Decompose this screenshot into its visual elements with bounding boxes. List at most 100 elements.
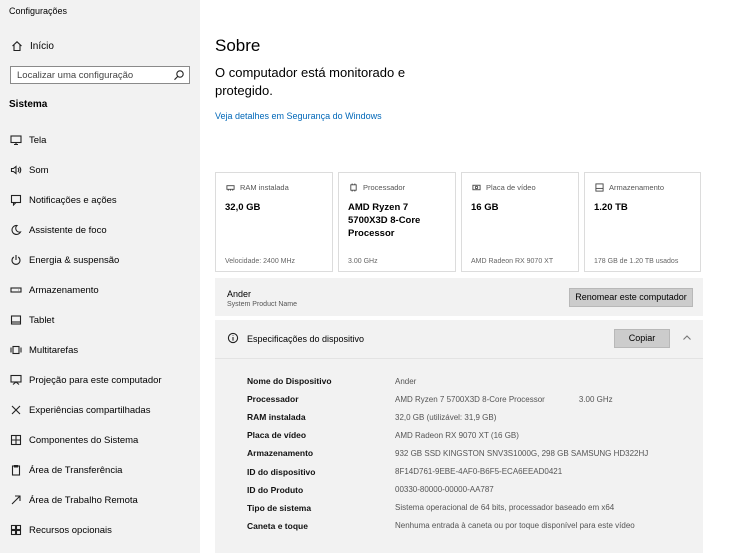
sidebar-item-assistente-foco[interactable]: Assistente de foco <box>0 215 200 245</box>
ram-icon <box>225 182 235 192</box>
card-value: 32,0 GB <box>225 202 261 213</box>
card-processor: Processador AMD Ryzen 7 5700X3D 8-Core P… <box>338 172 456 272</box>
device-specs-panel: Especificações do dispositivo Copiar Nom… <box>215 320 703 553</box>
card-label: Armazenamento <box>609 182 665 192</box>
card-sub: 3.00 GHz <box>348 258 378 265</box>
sidebar-item-tablet[interactable]: Tablet <box>0 305 200 335</box>
multitask-icon <box>9 343 23 357</box>
chevron-up-icon[interactable] <box>681 332 693 344</box>
protection-status: O computador está monitorado e protegido… <box>215 65 406 98</box>
spec-value: AMD Radeon RX 9070 XT (16 GB) <box>395 430 519 440</box>
spec-value: 8F14D761-9EBE-4AF0-B6F5-ECA6EEAD0421 <box>395 467 563 477</box>
monitor-icon <box>9 133 23 147</box>
rename-computer-button[interactable]: Renomear este computador <box>569 288 693 307</box>
spec-row: RAM instalada 32,0 GB (utilizável: 31,9 … <box>247 408 648 426</box>
spec-row: Placa de vídeo AMD Radeon RX 9070 XT (16… <box>247 426 648 444</box>
spec-key: Nome do Dispositivo <box>247 376 332 387</box>
spec-row: Armazenamento 932 GB SSD KINGSTON SNV3S1… <box>247 444 648 462</box>
sidebar: Configurações Início Localizar uma confi… <box>0 0 200 553</box>
device-specs-header[interactable]: Especificações do dispositivo Copiar <box>215 320 703 358</box>
power-icon <box>9 253 23 267</box>
sidebar-item-label: Notificações e ações <box>29 194 117 206</box>
spec-key: RAM instalada <box>247 412 306 423</box>
spec-row: Processador AMD Ryzen 7 5700X3D 8-Core P… <box>247 390 648 408</box>
sidebar-item-label: Experiências compartilhadas <box>29 404 151 416</box>
shared-icon <box>9 403 23 417</box>
card-sub: 178 GB de 1.20 TB usados <box>594 258 679 265</box>
sidebar-item-label: Recursos opcionais <box>29 524 112 536</box>
spec-row: Caneta e toque Nenhuma entrada à caneta … <box>247 517 648 535</box>
sidebar-item-notificacoes[interactable]: Notificações e ações <box>0 185 200 215</box>
sidebar-item-projecao[interactable]: Projeção para este computador <box>0 365 200 395</box>
sidebar-item-label: Tela <box>29 134 47 146</box>
tablet-icon <box>9 313 23 327</box>
features-icon <box>9 523 23 537</box>
components-icon <box>9 433 23 447</box>
pc-model: System Product Name <box>227 301 298 308</box>
spec-row: Tipo de sistema Sistema operacional de 6… <box>247 499 648 517</box>
spec-key: ID do Produto <box>247 484 304 495</box>
card-label: Placa de vídeo <box>486 182 536 192</box>
sidebar-item-label: Multitarefas <box>29 344 79 356</box>
sidebar-item-label: Tablet <box>29 314 55 326</box>
card-sub: AMD Radeon RX 9070 XT <box>471 258 554 265</box>
speaker-icon <box>9 163 23 177</box>
device-specs-title: Especificações do dispositivo <box>247 334 365 344</box>
spec-key: Processador <box>247 394 299 405</box>
sidebar-item-componentes[interactable]: Componentes do Sistema <box>0 425 200 455</box>
app-title: Configurações <box>9 6 68 16</box>
sidebar-item-label: Energia & suspensão <box>29 254 120 266</box>
card-value: 16 GB <box>471 202 499 213</box>
card-sub: Velocidade: 2400 MHz <box>225 258 296 265</box>
processor-icon <box>348 182 358 192</box>
search-input[interactable]: Localizar uma configuração <box>10 66 190 84</box>
gpu-icon <box>471 182 481 192</box>
sidebar-item-area-trabalho-remota[interactable]: Área de Trabalho Remota <box>0 485 200 515</box>
device-specs-list: Nome do Dispositivo Ander Processador AM… <box>247 372 648 535</box>
search-icon[interactable] <box>173 69 185 81</box>
search-placeholder: Localizar uma configuração <box>17 69 134 81</box>
sidebar-item-label: Área de Transferência <box>29 464 123 476</box>
spec-value: Sistema operacional de 64 bits, processa… <box>395 503 615 513</box>
sidebar-item-experiencias[interactable]: Experiências compartilhadas <box>0 395 200 425</box>
sidebar-item-armazenamento[interactable]: Armazenamento <box>0 275 200 305</box>
sidebar-item-label: Som <box>29 164 49 176</box>
spec-key: Placa de vídeo <box>247 430 307 441</box>
sidebar-item-energia[interactable]: Energia & suspensão <box>0 245 200 275</box>
spec-key: Tipo de sistema <box>247 502 312 513</box>
moon-icon <box>9 223 23 237</box>
spec-key: Armazenamento <box>247 448 314 459</box>
sidebar-item-label: Armazenamento <box>29 284 99 296</box>
sidebar-item-label: Projeção para este computador <box>29 374 162 386</box>
spec-value-extra: 3.00 GHz <box>578 394 613 404</box>
copy-button[interactable]: Copiar <box>614 329 670 348</box>
spec-key: ID do dispositivo <box>247 466 316 477</box>
sidebar-nav: Tela Som Notificações e ações Assistente… <box>0 125 200 545</box>
remote-icon <box>9 493 23 507</box>
sidebar-item-area-transferencia[interactable]: Área de Transferência <box>0 455 200 485</box>
sidebar-item-tela[interactable]: Tela <box>0 125 200 155</box>
spec-value: AMD Ryzen 7 5700X3D 8-Core Processor <box>395 394 545 404</box>
projection-icon <box>9 373 23 387</box>
notification-icon <box>9 193 23 207</box>
spec-row: ID do Produto 00330-80000-00000-AA787 <box>247 481 648 499</box>
card-storage: Armazenamento 1.20 TB 178 GB de 1.20 TB … <box>584 172 701 272</box>
security-link[interactable]: Veja detalhes em Segurança do Windows <box>215 111 382 121</box>
spec-row: ID do dispositivo 8F14D761-9EBE-4AF0-B6F… <box>247 462 648 480</box>
spec-value: Nenhuma entrada à caneta ou por toque di… <box>395 521 635 531</box>
spec-row: Nome do Dispositivo Ander <box>247 372 648 390</box>
clipboard-icon <box>9 463 23 477</box>
card-label: Processador <box>363 182 406 192</box>
sidebar-item-label: Área de Trabalho Remota <box>29 494 138 506</box>
sidebar-item-multitarefas[interactable]: Multitarefas <box>0 335 200 365</box>
section-title: Sistema <box>9 99 48 110</box>
home-link[interactable]: Início <box>10 38 54 54</box>
sidebar-item-som[interactable]: Som <box>0 155 200 185</box>
spec-value: 00330-80000-00000-AA787 <box>395 485 494 495</box>
sidebar-item-label: Componentes do Sistema <box>29 434 139 446</box>
sidebar-item-recursos-opcionais[interactable]: Recursos opcionais <box>0 515 200 545</box>
page-title: Sobre <box>215 36 261 55</box>
card-label: RAM instalada <box>240 182 289 192</box>
pc-name-panel: Ander System Product Name Renomear este … <box>215 278 703 316</box>
storage-icon <box>9 283 23 297</box>
